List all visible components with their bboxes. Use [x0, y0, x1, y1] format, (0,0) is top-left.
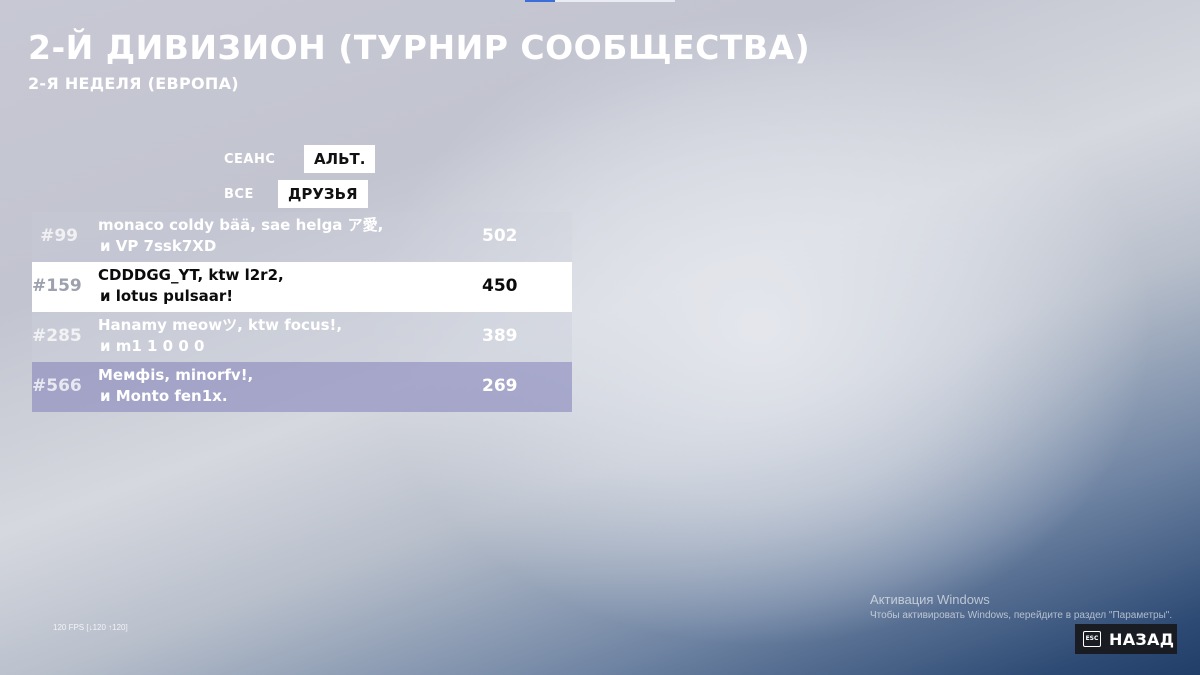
leaderboard-team-names: CDDDGG_YT, ktw l2r2, и lotus pulsaar!: [98, 265, 284, 307]
leaderboard-team-names: Hanamy meowツ, ktw focus!, и m1 1 0 0 0: [98, 315, 342, 357]
top-progress-bar: [525, 0, 675, 2]
esc-key-icon: ESC: [1083, 631, 1101, 647]
windows-activation-text: Чтобы активировать Windows, перейдите в …: [870, 610, 1173, 621]
leaderboard-team-names: Мемфis, minorfv!, и Monto fen1x.: [98, 365, 253, 407]
leaderboard-row[interactable]: #566 Мемфis, minorfv!, и Monto fen1x. 26…: [32, 362, 572, 412]
back-button[interactable]: ESC НАЗАД: [1075, 624, 1177, 654]
top-progress-accent: [525, 0, 555, 2]
leaderboard-score: 269: [482, 376, 518, 396]
leaderboard-team-names: monaco coldy bää, sae helga ア愛, и VP 7ss…: [98, 215, 383, 257]
leaderboard-list: #99 monaco coldy bää, sae helga ア愛, и VP…: [32, 212, 572, 412]
leaderboard-score: 450: [482, 276, 518, 296]
page-subtitle: 2-Я НЕДЕЛЯ (ЕВРОПА): [28, 74, 239, 93]
team-names-line2: и Monto fen1x.: [100, 387, 228, 405]
leaderboard-row[interactable]: #285 Hanamy meowツ, ktw focus!, и m1 1 0 …: [32, 312, 572, 362]
leaderboard-rank: #159: [32, 276, 82, 296]
leaderboard-row[interactable]: #99 monaco coldy bää, sae helga ア愛, и VP…: [32, 212, 572, 262]
leaderboard-score: 502: [482, 226, 518, 246]
session-filter-toggle[interactable]: АЛЬТ.: [304, 145, 376, 173]
team-names-line2: и lotus pulsaar!: [100, 287, 234, 305]
scope-filter: ВСЕ ДРУЗЬЯ: [222, 180, 368, 208]
team-names-line1: Hanamy meowツ, ktw focus!,: [98, 316, 343, 334]
team-names-line2: и VP 7ssk7XD: [100, 237, 217, 255]
session-filter: СЕАНС АЛЬТ.: [222, 145, 376, 173]
windows-activation-watermark: Активация Windows Чтобы активировать Win…: [870, 592, 1172, 621]
back-button-label: НАЗАД: [1109, 629, 1175, 649]
leaderboard-row-highlighted[interactable]: #159 CDDDGG_YT, ktw l2r2, и lotus pulsaa…: [32, 262, 572, 312]
scope-filter-label: ВСЕ: [224, 186, 254, 202]
leaderboard-rank: #285: [32, 326, 82, 346]
scope-filter-toggle[interactable]: ДРУЗЬЯ: [278, 180, 368, 208]
team-names-line1: monaco coldy bää, sae helga ア愛,: [98, 216, 384, 234]
leaderboard-rank: #99: [40, 226, 78, 246]
team-names-line2: и m1 1 0 0 0: [100, 337, 205, 355]
leaderboard-score: 389: [482, 326, 518, 346]
session-filter-label: СЕАНС: [224, 151, 276, 167]
fps-counter: 120 FPS [↓120 ↑120]: [53, 623, 128, 632]
team-names-line1: CDDDGG_YT, ktw l2r2,: [98, 266, 284, 284]
windows-activation-heading: Активация Windows: [870, 592, 990, 607]
page-title: 2-Й ДИВИЗИОН (ТУРНИР СООБЩЕСТВА): [28, 28, 811, 67]
leaderboard-rank: #566: [32, 376, 82, 396]
team-names-line1: Мемфis, minorfv!,: [98, 366, 254, 384]
